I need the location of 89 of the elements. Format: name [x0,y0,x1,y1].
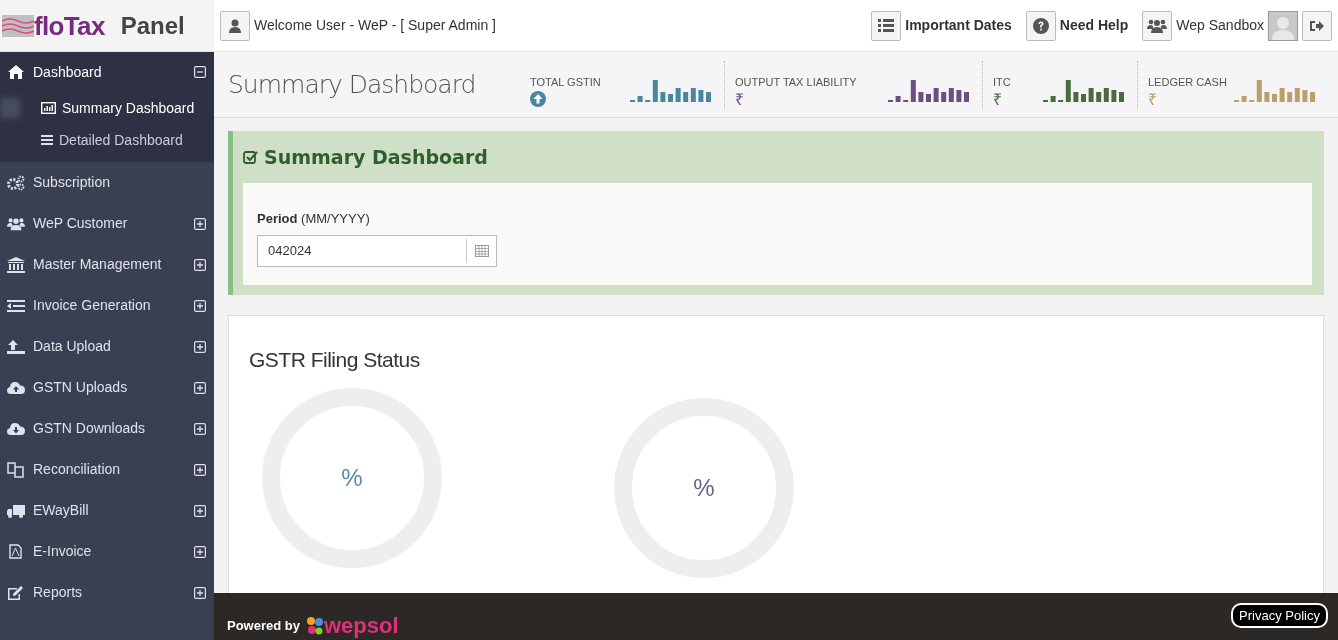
panel-title: Panel [120,10,185,41]
field-label: Period (MM/YYYY) [257,210,371,228]
waves-logo-icon [2,14,34,37]
period-input[interactable]: 042024 [258,240,466,261]
sidebar-label[interactable]: Dashboard [33,61,186,83]
sidebar-item[interactable]: Reconciliation [0,449,214,490]
sidebar-label[interactable]: GSTN Uploads [33,377,186,398]
rupee-symbol: ₹ [993,90,1002,109]
edit-icon [6,584,25,601]
sidebar-item[interactable]: GSTN Downloads [0,408,214,449]
sidebar-label[interactable]: Subscription [33,172,206,193]
list-icon [41,135,53,145]
expand-icon[interactable] [194,422,206,435]
donut-value: % [341,465,363,490]
help-icon [1032,17,1049,34]
checkbox-icon [243,149,258,165]
chart-icon [41,102,56,114]
stat-label: TOTAL GSTIN [530,74,602,89]
user-button[interactable] [220,10,250,41]
calendar-icon[interactable] [474,244,489,257]
dates-button[interactable] [871,10,902,41]
powered-by-text: Powered by [227,616,300,635]
privacy-policy-link[interactable]: Privacy Policy [1231,602,1328,629]
expand-icon[interactable] [194,586,206,599]
home-icon [7,65,24,79]
sidebar-item[interactable]: Dashboard [0,52,214,92]
page-title: Summary Dashboard [228,68,477,101]
wepsol-logo-icon [305,615,324,636]
sidebar-item[interactable]: EWayBill [0,490,214,531]
expand-icon[interactable] [194,217,206,230]
sidebar-label[interactable]: GSTN Downloads [33,418,186,439]
expand-icon[interactable] [194,340,206,353]
sidebar-item[interactable]: Data Upload [0,326,214,367]
sidebar-item[interactable]: Master Management [0,244,214,285]
panel-title: Summary Dashboard [264,144,488,170]
rupee-symbol: ₹ [735,90,744,109]
expand-icon[interactable] [194,545,206,558]
copy-icon [7,461,24,478]
list-icon [878,18,895,33]
sidebar-label[interactable]: WeP Customer [33,213,186,234]
header-link[interactable]: Important Dates [905,15,1012,36]
help-button[interactable] [1025,10,1056,41]
sidebar-item[interactable]: GSTN Uploads [0,367,214,408]
sidebar-item[interactable]: WeP Customer [0,203,214,244]
header-link[interactable]: Need Help [1059,15,1129,36]
sidebar-label[interactable]: Invoice Generation [33,295,186,316]
users-button[interactable] [1142,10,1173,41]
stat-label: LEDGER CASH [1148,74,1228,89]
sidebar-label[interactable]: Reports [33,582,186,603]
wepsol-logo: wepsol [323,614,399,637]
brand-logo: floTax [34,12,105,39]
sidebar-subitem[interactable]: Summary Dashboard [62,97,195,119]
sidebar-item[interactable]: Subscription [0,162,214,203]
card-title: GSTR Filing Status [249,347,421,373]
stat-label: ITC [993,74,1012,89]
collapse-icon[interactable] [194,66,206,78]
rupee-symbol: ₹ [1148,90,1157,109]
expand-icon[interactable] [194,381,206,394]
cloud-download-icon [6,422,25,435]
sidebar-label[interactable]: E-Invoice [33,541,186,562]
expand-icon[interactable] [194,258,206,271]
pdf-file-icon [9,544,22,559]
period-field[interactable]: 042024 [257,234,497,267]
expand-icon[interactable] [194,299,206,312]
users-icon [1147,18,1168,33]
bank-icon [6,256,25,273]
sidebar-label[interactable]: Reconciliation [33,459,186,480]
gears-icon [6,174,25,191]
user-icon [229,18,241,33]
logout-icon [1310,19,1324,32]
sidebar-item[interactable]: Reports [0,572,214,613]
sidebar-label[interactable]: EWayBill [33,500,186,521]
upload-icon [6,339,25,354]
sidebar-item[interactable]: E-Invoice [0,531,214,572]
welcome-text: Welcome User - WeP - [ Super Admin ] [254,16,496,35]
donut-value: % [693,475,715,500]
expand-icon[interactable] [194,504,206,517]
users-icon [6,216,25,231]
header-link[interactable]: Wep Sandbox [1176,15,1264,36]
cloud-upload-icon [6,381,25,394]
logout-button[interactable] [1302,10,1332,41]
sidebar-item[interactable]: Invoice Generation [0,285,214,326]
sidebar-label[interactable]: Master Management [33,254,186,275]
indent-icon [6,299,25,312]
truck-icon [6,503,25,518]
sidebar-subitem[interactable]: Detailed Dashboard [59,129,183,151]
stat-label: OUTPUT TAX LIABILITY [735,74,858,89]
sidebar-label[interactable]: Data Upload [33,336,186,357]
expand-icon[interactable] [194,463,206,476]
